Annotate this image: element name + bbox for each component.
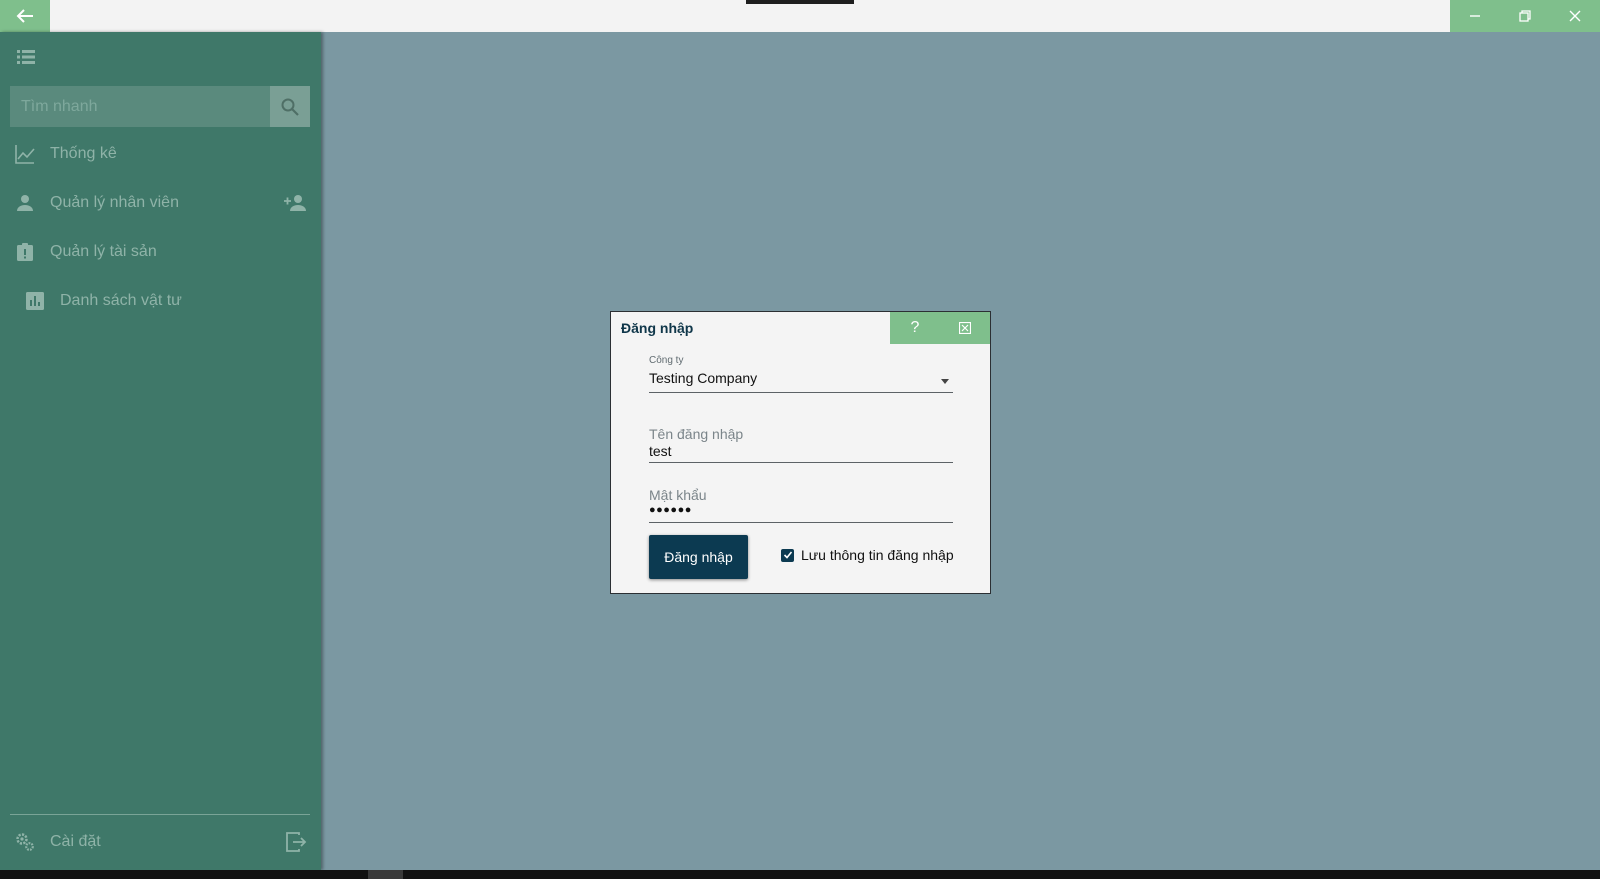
username-value: test — [649, 443, 672, 459]
sidebar-item-label: Danh sách vật tư — [60, 292, 182, 309]
sidebar-item-label: Cài đặt — [50, 833, 101, 850]
close-box-icon — [959, 322, 971, 334]
login-dialog: Đăng nhập ? Công ty Testing Company Tên … — [610, 311, 991, 594]
sidebar: Thống kê Quản lý nhân viên Quản lý tài s… — [0, 32, 321, 870]
quick-search — [10, 86, 310, 127]
gears-icon — [16, 833, 34, 851]
list-menu-icon[interactable] — [17, 48, 35, 66]
window-drag-handle[interactable] — [746, 0, 854, 4]
back-button[interactable] — [0, 0, 50, 32]
bar-chart-icon — [26, 292, 44, 310]
company-label: Công ty — [649, 355, 684, 366]
help-icon: ? — [910, 319, 920, 336]
restore-button[interactable] — [1500, 0, 1550, 32]
sidebar-item-assets[interactable]: Quản lý tài sản — [0, 232, 321, 272]
sidebar-item-label: Thống kê — [50, 145, 117, 162]
company-select[interactable]: Công ty Testing Company — [649, 355, 953, 393]
close-window-button[interactable] — [1550, 0, 1600, 32]
dialog-close-button[interactable] — [940, 312, 990, 344]
username-label: Tên đăng nhập — [649, 426, 744, 442]
password-value: ●●●●●● — [649, 504, 692, 516]
search-input[interactable] — [10, 86, 270, 127]
sidebar-divider — [10, 814, 310, 815]
remember-label: Lưu thông tin đăng nhập — [801, 547, 954, 563]
taskbar — [0, 870, 1600, 879]
sidebar-item-label: Quản lý nhân viên — [50, 194, 179, 211]
window-controls — [1450, 0, 1600, 32]
sidebar-item-settings[interactable]: Cài đặt — [0, 822, 321, 862]
remember-login-checkbox[interactable]: Lưu thông tin đăng nhập — [781, 547, 954, 563]
help-button[interactable]: ? — [890, 312, 940, 344]
arrow-left-icon — [16, 9, 33, 23]
password-label: Mật khẩu — [649, 487, 707, 503]
minimize-button[interactable] — [1450, 0, 1500, 32]
minimize-icon — [1470, 15, 1480, 17]
title-bar — [0, 0, 1600, 32]
username-field[interactable]: Tên đăng nhập test — [649, 426, 953, 464]
sidebar-item-statistics[interactable]: Thống kê — [0, 134, 321, 174]
close-icon — [1569, 10, 1581, 22]
checkbox-checked[interactable] — [781, 548, 794, 562]
search-button[interactable] — [270, 86, 310, 127]
sidebar-item-materials[interactable]: Danh sách vật tư — [0, 281, 321, 321]
restore-icon — [1519, 10, 1531, 22]
sidebar-item-employees[interactable]: Quản lý nhân viên — [0, 183, 321, 223]
dialog-title: Đăng nhập — [621, 320, 694, 336]
dialog-controls: ? — [890, 312, 990, 344]
sidebar-item-label: Quản lý tài sản — [50, 243, 157, 260]
check-icon — [783, 551, 792, 559]
line-chart-icon — [15, 145, 35, 164]
clipboard-alert-icon — [17, 243, 33, 261]
login-button[interactable]: Đăng nhập — [649, 535, 748, 579]
password-field[interactable]: Mật khẩu ●●●●●● — [649, 487, 953, 525]
add-person-icon[interactable] — [283, 193, 307, 213]
company-value: Testing Company — [649, 370, 758, 386]
search-icon — [281, 98, 299, 116]
taskbar-active-app[interactable] — [368, 870, 403, 879]
person-icon — [17, 195, 33, 211]
logout-icon[interactable] — [285, 831, 307, 853]
chevron-down-icon — [941, 379, 949, 384]
